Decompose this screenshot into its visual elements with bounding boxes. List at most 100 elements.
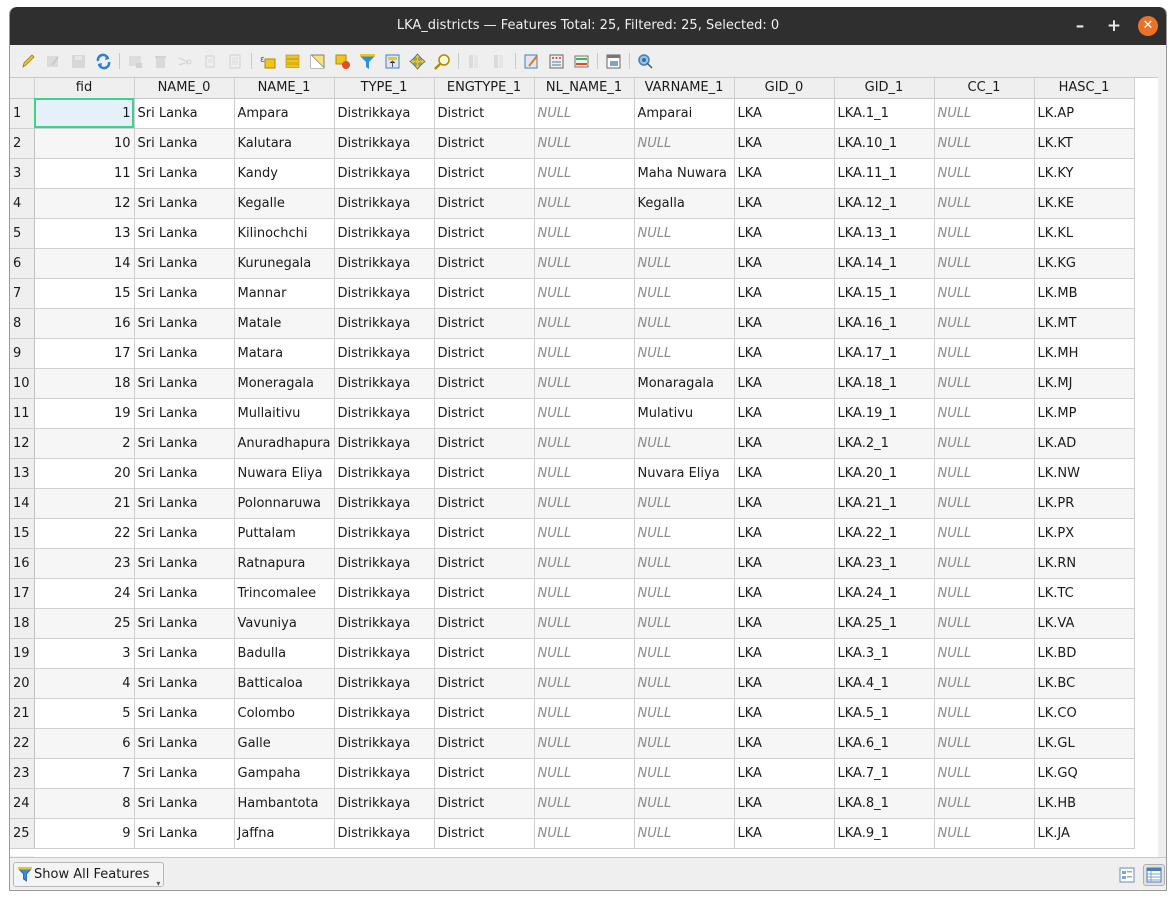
cell-cc-1[interactable]: NULL <box>934 608 1035 639</box>
table-row[interactable]: 8 16 Sri Lanka Matale Distrikkaya District NUL… <box>10 308 1135 339</box>
cell-type-1[interactable]: Distrikkaya <box>334 308 435 339</box>
filter-select-button[interactable] <box>355 49 380 73</box>
row-header[interactable]: 18 <box>10 608 35 639</box>
cell-nl-name-1[interactable]: NULL <box>534 758 635 789</box>
organize-columns-button[interactable] <box>519 49 544 73</box>
cell-varname-1[interactable]: NULL <box>634 788 735 819</box>
cell-nl-name-1[interactable]: NULL <box>534 248 635 279</box>
table-row[interactable]: 14 21 Sri Lanka Polonnaruwa Distrikkaya Distr… <box>10 488 1135 519</box>
cell-gid-0[interactable]: LKA <box>734 338 835 369</box>
cell-name-0[interactable]: Sri Lanka <box>134 218 235 249</box>
cell-hasc-1[interactable]: LK.AD <box>1034 428 1135 459</box>
cell-cc-1[interactable]: NULL <box>934 278 1035 309</box>
cell-name-0[interactable]: Sri Lanka <box>134 248 235 279</box>
cell-engtype-1[interactable]: District <box>434 668 535 699</box>
cell-type-1[interactable]: Distrikkaya <box>334 338 435 369</box>
cell-varname-1[interactable]: NULL <box>634 338 735 369</box>
paste-features-button[interactable] <box>223 49 248 73</box>
cell-name-0[interactable]: Sri Lanka <box>134 398 235 429</box>
cell-gid-0[interactable]: LKA <box>734 158 835 189</box>
cell-name-0[interactable]: Sri Lanka <box>134 578 235 609</box>
cell-varname-1[interactable]: NULL <box>634 218 735 249</box>
cell-name-1[interactable]: Puttalam <box>234 518 335 549</box>
cell-varname-1[interactable]: Nuvara Eliya <box>634 458 735 489</box>
cell-gid-0[interactable]: LKA <box>734 578 835 609</box>
cell-hasc-1[interactable]: LK.MT <box>1034 308 1135 339</box>
cell-hasc-1[interactable]: LK.BD <box>1034 638 1135 669</box>
conditional-formatting-button[interactable] <box>569 49 594 73</box>
cell-gid-1[interactable]: LKA.25_1 <box>834 608 935 639</box>
cell-cc-1[interactable]: NULL <box>934 368 1035 399</box>
field-calculator-button[interactable] <box>544 49 569 73</box>
row-header[interactable]: 10 <box>10 368 35 399</box>
cell-type-1[interactable]: Distrikkaya <box>334 518 435 549</box>
cell-engtype-1[interactable]: District <box>434 458 535 489</box>
column-header-gid-0[interactable]: GID_0 <box>734 78 835 99</box>
row-header[interactable]: 14 <box>10 488 35 519</box>
cell-gid-1[interactable]: LKA.21_1 <box>834 488 935 519</box>
cell-fid[interactable]: 18 <box>34 368 135 399</box>
cell-fid[interactable]: 14 <box>34 248 135 279</box>
cell-name-0[interactable]: Sri Lanka <box>134 308 235 339</box>
cell-name-0[interactable]: Sri Lanka <box>134 368 235 399</box>
cell-gid-1[interactable]: LKA.2_1 <box>834 428 935 459</box>
row-header[interactable]: 12 <box>10 428 35 459</box>
table-row[interactable]: 15 22 Sri Lanka Puttalam Distrikkaya District… <box>10 518 1135 549</box>
table-row[interactable]: 1 1 Sri Lanka Ampara Distrikkaya District NULL… <box>10 98 1135 129</box>
cell-nl-name-1[interactable]: NULL <box>534 818 635 849</box>
select-by-expression-button[interactable]: ε <box>255 49 280 73</box>
cell-type-1[interactable]: Distrikkaya <box>334 608 435 639</box>
cell-engtype-1[interactable]: District <box>434 368 535 399</box>
cell-gid-1[interactable]: LKA.6_1 <box>834 728 935 759</box>
cell-nl-name-1[interactable]: NULL <box>534 668 635 699</box>
cell-type-1[interactable]: Distrikkaya <box>334 128 435 159</box>
cell-name-1[interactable]: Mullaitivu <box>234 398 335 429</box>
column-header-name-0[interactable]: NAME_0 <box>134 78 235 99</box>
cell-name-0[interactable]: Sri Lanka <box>134 788 235 819</box>
cell-engtype-1[interactable]: District <box>434 758 535 789</box>
cell-engtype-1[interactable]: District <box>434 278 535 309</box>
cell-nl-name-1[interactable]: NULL <box>534 218 635 249</box>
table-row[interactable]: 13 20 Sri Lanka Nuwara Eliya Distrikkaya Dist… <box>10 458 1135 489</box>
cell-type-1[interactable]: Distrikkaya <box>334 428 435 459</box>
cell-engtype-1[interactable]: District <box>434 788 535 819</box>
cell-gid-1[interactable]: LKA.18_1 <box>834 368 935 399</box>
cell-hasc-1[interactable]: LK.TC <box>1034 578 1135 609</box>
delete-field-button[interactable] <box>487 49 512 73</box>
cell-varname-1[interactable]: Amparai <box>634 98 735 129</box>
cell-type-1[interactable]: Distrikkaya <box>334 188 435 219</box>
cell-fid[interactable]: 19 <box>34 398 135 429</box>
cell-type-1[interactable]: Distrikkaya <box>334 98 435 129</box>
copy-features-button[interactable] <box>198 49 223 73</box>
cell-nl-name-1[interactable]: NULL <box>534 428 635 459</box>
cell-gid-1[interactable]: LKA.12_1 <box>834 188 935 219</box>
cell-gid-0[interactable]: LKA <box>734 458 835 489</box>
row-header[interactable]: 17 <box>10 578 35 609</box>
cell-engtype-1[interactable]: District <box>434 488 535 519</box>
delete-selected-button[interactable] <box>148 49 173 73</box>
cell-fid[interactable]: 25 <box>34 608 135 639</box>
row-header[interactable]: 16 <box>10 548 35 579</box>
cell-nl-name-1[interactable]: NULL <box>534 548 635 579</box>
cell-gid-0[interactable]: LKA <box>734 668 835 699</box>
cell-engtype-1[interactable]: District <box>434 218 535 249</box>
cell-varname-1[interactable]: NULL <box>634 278 735 309</box>
table-view-button[interactable] <box>1143 864 1165 886</box>
cell-hasc-1[interactable]: LK.GL <box>1034 728 1135 759</box>
cell-gid-0[interactable]: LKA <box>734 278 835 309</box>
row-header[interactable]: 15 <box>10 518 35 549</box>
cell-fid[interactable]: 1 <box>34 98 135 129</box>
column-header-fid[interactable]: fid <box>34 78 135 99</box>
cell-nl-name-1[interactable]: NULL <box>534 128 635 159</box>
cell-nl-name-1[interactable]: NULL <box>534 308 635 339</box>
cell-varname-1[interactable]: NULL <box>634 758 735 789</box>
cell-type-1[interactable]: Distrikkaya <box>334 578 435 609</box>
cell-gid-1[interactable]: LKA.1_1 <box>834 98 935 129</box>
cell-fid[interactable]: 17 <box>34 338 135 369</box>
cell-engtype-1[interactable]: District <box>434 98 535 129</box>
column-header-nl-name-1[interactable]: NL_NAME_1 <box>534 78 635 99</box>
row-header[interactable]: 2 <box>10 128 35 159</box>
cell-nl-name-1[interactable]: NULL <box>534 458 635 489</box>
cell-gid-0[interactable]: LKA <box>734 368 835 399</box>
cell-name-1[interactable]: Gampaha <box>234 758 335 789</box>
